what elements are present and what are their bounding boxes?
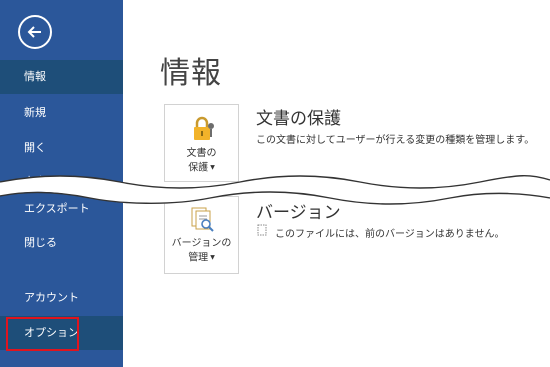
versions-description: このファイルには、前のバージョンはありません。 (275, 229, 505, 240)
lock-key-icon (194, 116, 214, 140)
nav-item-options[interactable]: オプション (0, 316, 123, 350)
dropdown-caret-icon: ▼ (210, 254, 215, 261)
protect-card-label-2: 保護 ▼ (188, 162, 215, 174)
versions-card-label-1: バージョンの (171, 238, 232, 249)
protect-card-label-1: 文書の (186, 148, 217, 159)
manage-versions-button[interactable]: バージョンの 管理 ▼ (164, 196, 239, 274)
nav-item-close[interactable]: 閉じる (0, 226, 123, 260)
nav-item-new[interactable]: 新規 (0, 96, 123, 130)
document-versions-icon (191, 207, 214, 232)
protect-document-button[interactable]: 文書の 保護 ▼ (164, 104, 239, 182)
nav-item-account[interactable]: アカウント (0, 281, 123, 315)
nav-item-open[interactable]: 開く (0, 131, 123, 165)
versions-heading: バージョン (256, 203, 341, 223)
backstage-sidebar: 情報 新規 開く 上書き保存 エクスポート 閉じる アカウント オプション (0, 0, 123, 367)
back-arrow-icon (27, 26, 41, 38)
nav-item-info[interactable]: 情報 (0, 60, 123, 94)
versions-card-label-2: 管理 ▼ (188, 252, 215, 264)
document-icon (257, 224, 267, 236)
protect-description: この文書に対してユーザーが行える変更の種類を管理します。 (256, 135, 535, 146)
dropdown-caret-icon: ▼ (210, 164, 215, 171)
page-title: 情報 (160, 56, 222, 91)
protect-heading: 文書の保護 (256, 109, 341, 129)
back-button[interactable] (18, 15, 52, 49)
nav-item-export[interactable]: エクスポート (0, 192, 123, 226)
